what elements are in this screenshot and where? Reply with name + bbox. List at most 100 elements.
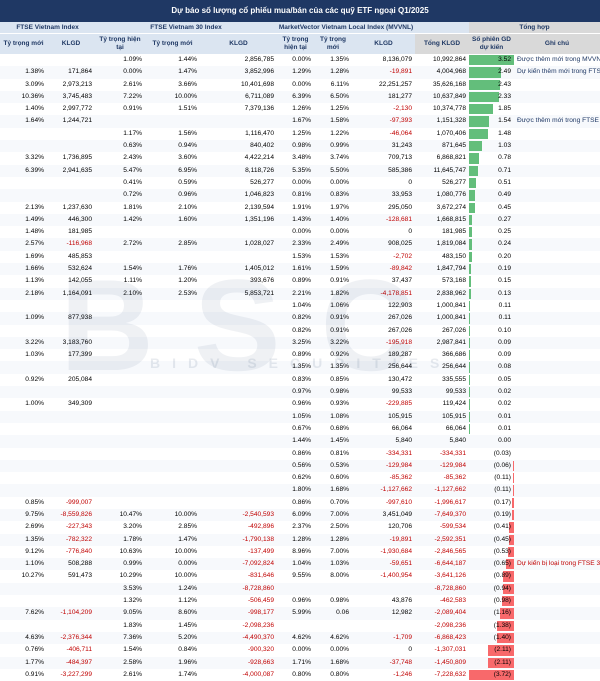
session-value: 0.10 <box>498 327 511 334</box>
session-value: (0.45) <box>494 536 511 543</box>
table-row: 0.86%0.81%-334,331-334,331(0.03) <box>0 448 600 460</box>
cell-ftse-volume: -2,376,344 <box>47 632 95 644</box>
col-ftse30-volume: KLGD <box>200 34 277 54</box>
session-value: 0.11 <box>499 302 511 309</box>
session-value: (2.11) <box>494 659 511 666</box>
cell-mvvnl-new-weight: 0.92% <box>314 349 352 361</box>
session-value: 0.13 <box>498 290 511 297</box>
session-value: (0.17) <box>494 499 511 506</box>
table-row: 0.76%-406,7111.54%0.84%-900,3200.00%0.00… <box>0 644 600 656</box>
cell-ftse30-new-weight <box>145 300 200 312</box>
cell-ftse30-volume: 3,852,996 <box>200 66 277 78</box>
cell-total-volume: 1,080,776 <box>415 189 469 201</box>
cell-expected-sessions: (0.17) <box>469 497 514 509</box>
cell-note <box>514 275 600 287</box>
cell-mvvnl-volume: -2,702 <box>352 251 415 263</box>
cell-ftse30-new-weight <box>145 349 200 361</box>
table-row: 10.27%591,47310.29%10.00%-831,6469.55%8.… <box>0 570 600 582</box>
cell-mvvnl-volume: 33,953 <box>352 189 415 201</box>
cell-total-volume: -1,450,809 <box>415 657 469 669</box>
cell-ftse30-new-weight: 10.00% <box>145 570 200 582</box>
cell-ftse30-volume: 7,379,136 <box>200 103 277 115</box>
cell-ftse30-current-weight <box>95 115 145 127</box>
cell-ftse30-volume <box>200 484 277 496</box>
session-value: 0.02 <box>498 388 511 395</box>
cell-total-volume: -1,996,617 <box>415 497 469 509</box>
cell-ftse30-volume: 526,277 <box>200 177 277 189</box>
session-value: 0.00 <box>498 437 511 444</box>
cell-ftse30-current-weight <box>95 398 145 410</box>
cell-ftse30-current-weight: 2.72% <box>95 238 145 250</box>
group-ftse-vietnam: FTSE Vietnam Index <box>0 22 95 34</box>
cell-expected-sessions: 0.09 <box>469 349 514 361</box>
cell-total-volume: 119,424 <box>415 398 469 410</box>
cell-note: Được thêm mới trong FTSE <box>514 115 600 127</box>
table-row: 0.91%-3,227,2992.61%1.74%-4,000,0870.80%… <box>0 669 600 681</box>
cell-ftse-volume: -1,104,209 <box>47 607 95 619</box>
session-value: (0.41) <box>494 523 511 530</box>
cell-ftse-new-weight: 1.38% <box>0 66 47 78</box>
cell-ftse30-volume <box>200 411 277 423</box>
cell-ftse30-current-weight: 1.32% <box>95 595 145 607</box>
cell-ftse-new-weight: 1.64% <box>0 115 47 127</box>
cell-ftse30-volume <box>200 349 277 361</box>
cell-ftse30-volume: -928,663 <box>200 657 277 669</box>
cell-note: Được thêm mới trong MVVNL <box>514 54 600 66</box>
session-bar <box>469 203 475 213</box>
cell-mvvnl-volume: -1,127,662 <box>352 484 415 496</box>
cell-ftse30-volume: 1,351,196 <box>200 214 277 226</box>
cell-total-volume: 366,686 <box>415 349 469 361</box>
cell-ftse30-volume <box>200 497 277 509</box>
cell-total-volume: 10,637,849 <box>415 91 469 103</box>
cell-ftse30-new-weight: 0.00% <box>145 558 200 570</box>
cell-ftse30-volume <box>200 361 277 373</box>
cell-ftse-volume <box>47 140 95 152</box>
cell-mvvnl-current-weight: 0.81% <box>277 189 314 201</box>
cell-ftse30-current-weight: 1.83% <box>95 620 145 632</box>
cell-mvvnl-current-weight: 1.61% <box>277 263 314 275</box>
cell-mvvnl-current-weight: 0.67% <box>277 423 314 435</box>
table-row: 1.35%-782,3221.78%1.47%-1,790,1381.28%1.… <box>0 534 600 546</box>
table-row: 0.82%0.91%267,026267,0260.10 <box>0 325 600 337</box>
cell-total-volume: 1,668,815 <box>415 214 469 226</box>
col-expected-sessions: Số phiên GD dự kiến <box>469 34 514 54</box>
table-row: 3.22%3,183,7603.25%3.22%-195,9182,987,84… <box>0 337 600 349</box>
cell-ftse30-current-weight <box>95 300 145 312</box>
cell-ftse-new-weight: 1.03% <box>0 349 47 361</box>
cell-mvvnl-new-weight: 1.97% <box>314 202 352 214</box>
cell-mvvnl-volume: 43,876 <box>352 595 415 607</box>
cell-expected-sessions: 0.00 <box>469 435 514 447</box>
cell-expected-sessions: (2.11) <box>469 644 514 656</box>
cell-mvvnl-current-weight: 1.44% <box>277 435 314 447</box>
cell-mvvnl-volume: -85,362 <box>352 472 415 484</box>
cell-ftse30-current-weight: 2.43% <box>95 152 145 164</box>
cell-mvvnl-current-weight: 0.89% <box>277 349 314 361</box>
cell-note <box>514 435 600 447</box>
cell-mvvnl-volume: 267,026 <box>352 325 415 337</box>
cell-ftse30-volume: 393,676 <box>200 275 277 287</box>
cell-ftse30-new-weight: 8.60% <box>145 607 200 619</box>
cell-ftse30-volume <box>200 226 277 238</box>
cell-mvvnl-new-weight: 0.91% <box>314 325 352 337</box>
cell-expected-sessions: 1.54 <box>469 115 514 127</box>
cell-ftse-volume: 205,084 <box>47 374 95 386</box>
cell-total-volume: 267,026 <box>415 325 469 337</box>
cell-mvvnl-volume: -1,930,684 <box>352 546 415 558</box>
cell-mvvnl-volume: 105,915 <box>352 411 415 423</box>
session-bar <box>469 166 478 176</box>
cell-note <box>514 583 600 595</box>
cell-ftse30-new-weight: 0.84% <box>145 644 200 656</box>
cell-mvvnl-new-weight: 2.50% <box>314 521 352 533</box>
cell-ftse30-volume: -4,000,087 <box>200 669 277 681</box>
cell-ftse-new-weight <box>0 189 47 201</box>
cell-total-volume: 1,847,794 <box>415 263 469 275</box>
cell-mvvnl-current-weight <box>277 620 314 632</box>
table-row: 1.69%485,8531.53%1.53%-2,702483,1500.20 <box>0 251 600 263</box>
table-row: 0.85%-999,0070.86%0.70%-997,610-1,996,61… <box>0 497 600 509</box>
cell-ftse30-current-weight: 2.58% <box>95 657 145 669</box>
session-value: 1.85 <box>498 105 511 112</box>
cell-ftse30-current-weight: 0.41% <box>95 177 145 189</box>
cell-mvvnl-new-weight: 0.06 <box>314 607 352 619</box>
session-bar <box>469 190 475 200</box>
cell-ftse30-volume: 1,116,470 <box>200 128 277 140</box>
